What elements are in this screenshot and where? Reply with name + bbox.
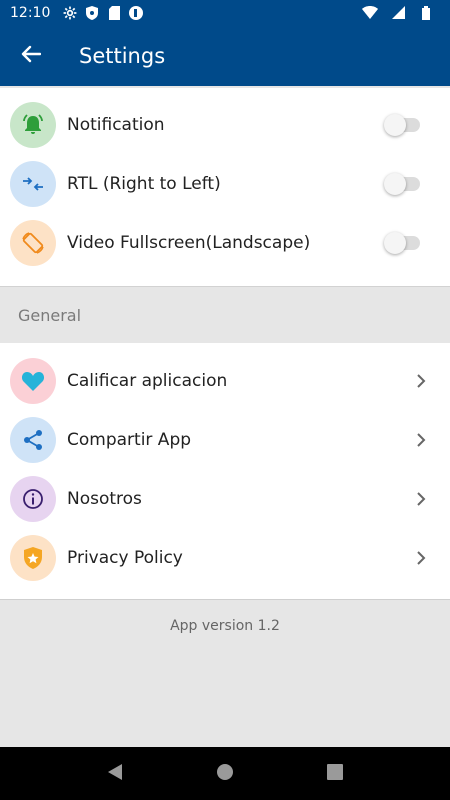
setting-row-video-fullscreen[interactable]: Video Fullscreen(Landscape) xyxy=(0,213,450,272)
link-label: Calificar aplicacion xyxy=(67,370,228,391)
video-fullscreen-toggle[interactable] xyxy=(384,231,420,254)
recents-square-icon xyxy=(327,763,343,784)
link-row-rate-app[interactable]: Calificar aplicacion xyxy=(0,351,450,410)
rtl-toggle[interactable] xyxy=(384,172,420,195)
status-bar: 12:10 xyxy=(0,0,450,25)
toggle-settings-card: Notification RTL (Right to Left) Video F… xyxy=(0,88,450,286)
rotate-screen-icon xyxy=(10,219,56,266)
share-icon xyxy=(10,416,56,463)
shield-star-icon xyxy=(10,534,56,581)
back-triangle-icon xyxy=(107,763,123,785)
system-nav-bar xyxy=(0,747,450,800)
chevron-right-icon xyxy=(414,432,428,447)
signal-icon xyxy=(390,5,406,21)
notification-toggle[interactable] xyxy=(384,113,420,136)
status-time: 12:10 xyxy=(10,4,51,21)
back-arrow-icon xyxy=(21,45,42,67)
home-circle-icon xyxy=(216,763,234,785)
link-row-share-app[interactable]: Compartir App xyxy=(0,410,450,469)
nav-recents-button[interactable] xyxy=(315,754,355,794)
bell-icon xyxy=(10,101,56,148)
link-row-privacy-policy[interactable]: Privacy Policy xyxy=(0,528,450,587)
link-label: Compartir App xyxy=(67,429,192,450)
back-button[interactable] xyxy=(0,25,62,86)
chevron-right-icon xyxy=(414,373,428,388)
nav-back-button[interactable] xyxy=(95,754,135,794)
sd-card-icon xyxy=(106,5,122,21)
setting-label: Video Fullscreen(Landscape) xyxy=(67,232,311,253)
info-icon xyxy=(10,475,56,522)
setting-row-notification[interactable]: Notification xyxy=(0,95,450,154)
shield-icon xyxy=(84,5,100,21)
heart-icon xyxy=(10,357,56,404)
link-row-about-us[interactable]: Nosotros xyxy=(0,469,450,528)
chevron-right-icon xyxy=(414,491,428,506)
nav-home-button[interactable] xyxy=(205,754,245,794)
app-bar: Settings xyxy=(0,25,450,86)
chevron-right-icon xyxy=(414,550,428,565)
setting-label: RTL (Right to Left) xyxy=(67,173,221,194)
app-icon xyxy=(128,5,144,21)
app-version-text: App version 1.2 xyxy=(170,618,280,634)
page-title: Settings xyxy=(79,43,166,68)
general-links-card: Calificar aplicacion Compartir App Nosot… xyxy=(0,343,450,600)
wifi-icon xyxy=(362,5,378,21)
gear-icon xyxy=(62,5,78,21)
setting-label: Notification xyxy=(67,114,165,135)
setting-row-rtl[interactable]: RTL (Right to Left) xyxy=(0,154,450,213)
swap-arrows-icon xyxy=(10,160,56,207)
battery-icon xyxy=(418,5,434,21)
link-label: Nosotros xyxy=(67,488,142,509)
link-label: Privacy Policy xyxy=(67,547,183,568)
section-header-general: General xyxy=(0,286,450,343)
